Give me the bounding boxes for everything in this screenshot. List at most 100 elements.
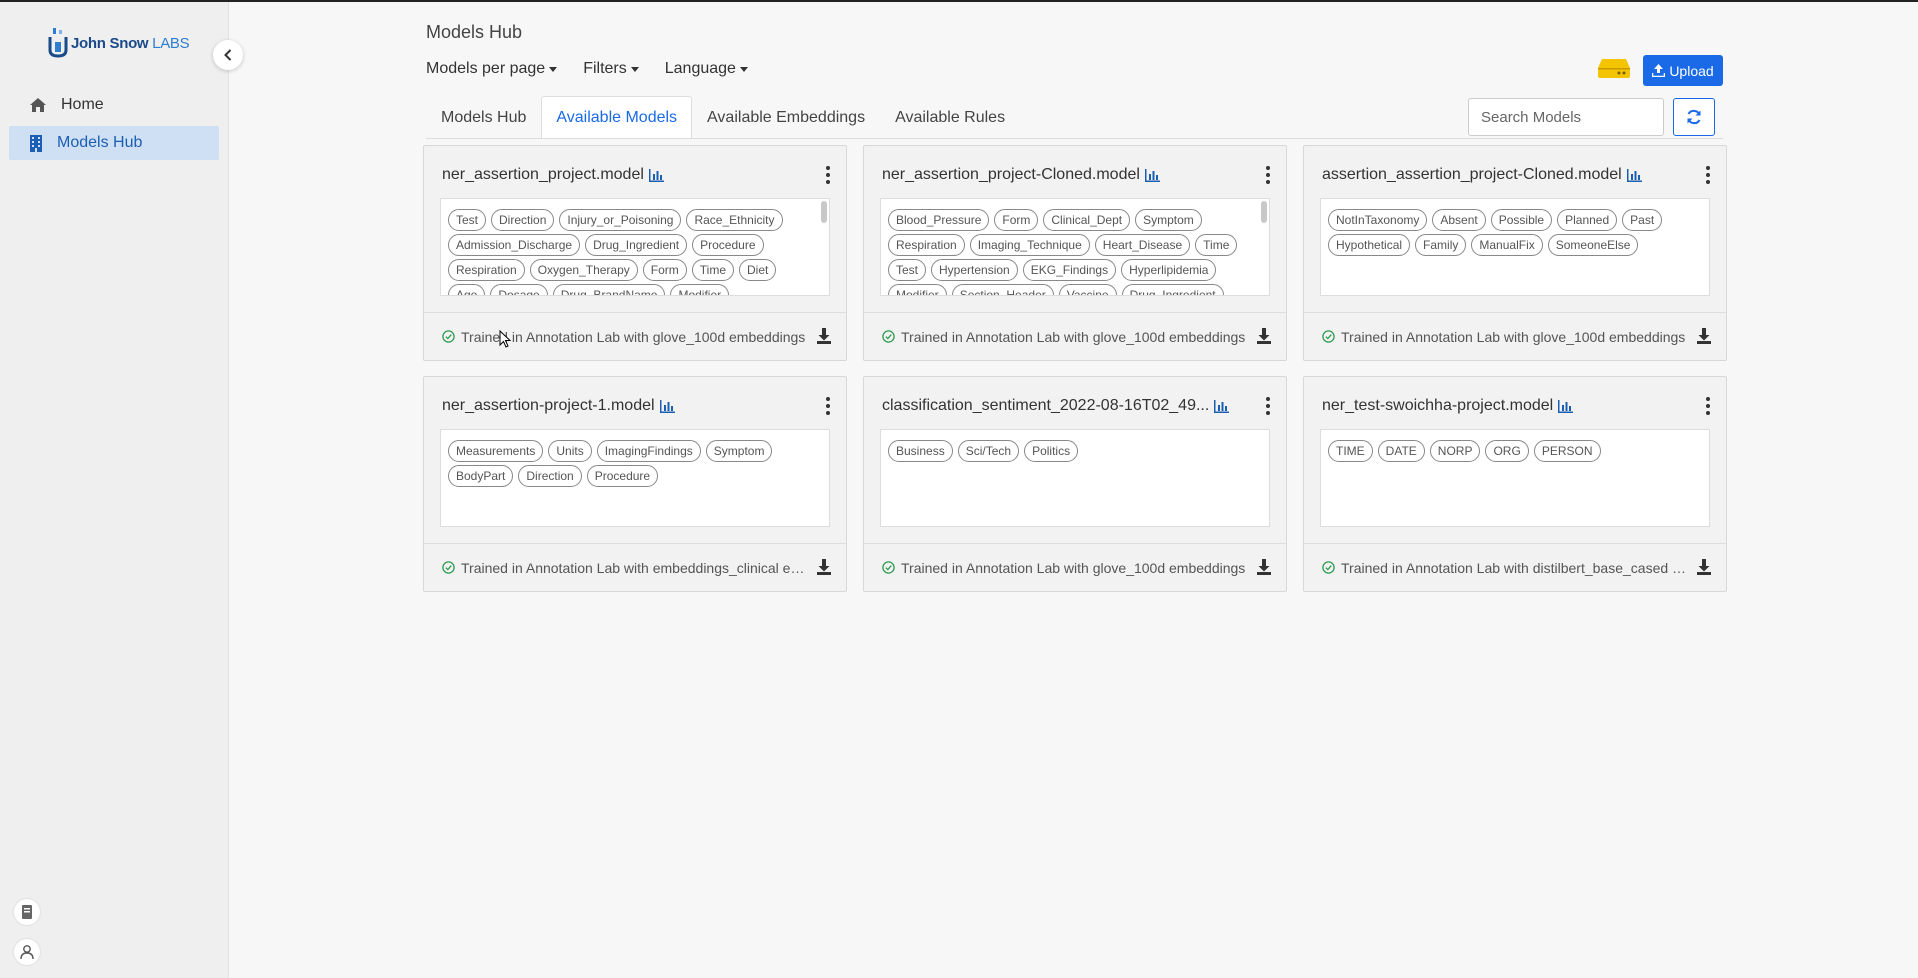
tab-available-rules[interactable]: Available Rules <box>880 96 1020 139</box>
model-card: ner_assertion_project.model Test Directio… <box>423 145 847 361</box>
card-options-menu[interactable] <box>824 166 832 184</box>
card-options-menu[interactable] <box>824 397 832 415</box>
card-options-menu[interactable] <box>1704 397 1712 415</box>
label-chip: Direction <box>518 465 582 487</box>
label-chip: Business <box>888 440 953 462</box>
label-chip: Absent <box>1432 209 1486 231</box>
download-icon[interactable] <box>1696 328 1712 344</box>
label-chip: Procedure <box>692 234 764 256</box>
card-options-menu[interactable] <box>1264 166 1272 184</box>
model-card-title[interactable]: ner_assertion_project.model <box>442 166 664 184</box>
label-chip: Clinical_Dept <box>1043 209 1131 231</box>
model-card: ner_test-swoichha-project.model TIME DATE… <box>1303 376 1727 592</box>
tab-bar: Models Hub Available Models Available Em… <box>426 96 1020 139</box>
tab-divider <box>426 138 1723 139</box>
sidebar-item-models-hub[interactable]: Models Hub <box>9 126 219 160</box>
sidebar-collapse-button[interactable] <box>213 40 243 70</box>
label-chip: Diet <box>739 259 777 281</box>
storage-drive-icon[interactable] <box>1597 57 1631 79</box>
card-options-menu[interactable] <box>1704 166 1712 184</box>
model-labels-box: NotInTaxonomy Absent Possible Planned Past Hy… <box>1320 198 1710 296</box>
label-chip: NotInTaxonomy <box>1328 209 1428 231</box>
model-card-title[interactable]: assertion_assertion_project-Cloned.model <box>1322 166 1642 184</box>
sidebar-item-label: Models Hub <box>57 134 143 151</box>
check-circle-icon <box>882 561 895 574</box>
caret-down-icon <box>549 66 558 72</box>
model-card-title[interactable]: classification_sentiment_2022-08-16T02_4… <box>882 397 1230 415</box>
bar-chart-icon[interactable] <box>659 399 675 413</box>
model-labels-box: TIME DATE NORP ORG PERSON <box>1320 429 1710 527</box>
label-chip: EKG_Findings <box>1022 259 1117 281</box>
label-chip: Procedure <box>586 465 659 487</box>
refresh-button[interactable] <box>1673 98 1715 136</box>
tab-models-hub[interactable]: Models Hub <box>426 96 541 139</box>
model-labels-box: Business Sci/Tech Politics <box>880 429 1270 527</box>
model-labels: Test Direction Injury_or_Poisoning Race_Eth… <box>448 209 822 295</box>
refresh-icon <box>1687 109 1701 125</box>
label-chip: Hypothetical <box>1328 234 1411 256</box>
model-card-footer: Trained in Annotation Lab with glove_100… <box>864 543 1286 591</box>
training-info: Trained in Annotation Lab with glove_100… <box>901 328 1246 345</box>
download-icon[interactable] <box>1696 559 1712 575</box>
label-chip: Respiration <box>448 259 525 281</box>
language-dropdown[interactable]: Language <box>665 60 748 78</box>
label-chip: Form <box>994 209 1039 231</box>
label-chip: Sci/Tech <box>957 440 1020 462</box>
model-labels: Blood_Pressure Form Clinical_Dept Symptom Re… <box>888 209 1262 295</box>
bar-chart-icon[interactable] <box>648 168 664 182</box>
model-card-title[interactable]: ner_test-swoichha-project.model <box>1322 397 1574 415</box>
label-chip: Section_Header <box>951 284 1054 295</box>
model-name: classification_sentiment_2022-08-16T02_4… <box>882 397 1210 414</box>
bar-chart-icon[interactable] <box>1144 168 1160 182</box>
user-profile-button[interactable] <box>14 939 40 965</box>
model-card-title[interactable]: ner_assertion-project-1.model <box>442 397 675 415</box>
labels-scrollbar[interactable] <box>821 201 827 223</box>
model-card: assertion_assertion_project-Cloned.model… <box>1303 145 1727 361</box>
label-chip: Respiration <box>888 234 965 256</box>
download-icon[interactable] <box>816 328 832 344</box>
user-icon <box>20 945 34 959</box>
sidebar-item-home[interactable]: Home <box>9 88 219 122</box>
label-chip: Symptom <box>705 440 773 462</box>
download-icon[interactable] <box>1256 559 1272 575</box>
book-icon <box>22 905 32 919</box>
sidebar: John Snow LABS Home Models Hub <box>0 2 229 978</box>
download-icon[interactable] <box>1256 328 1272 344</box>
model-card-footer: Trained in Annotation Lab with glove_100… <box>424 312 846 360</box>
label-chip: Direction <box>491 209 555 231</box>
logo[interactable]: John Snow LABS <box>48 28 190 58</box>
upload-button[interactable]: Upload <box>1643 55 1723 86</box>
bar-chart-icon[interactable] <box>1626 168 1642 182</box>
search-input[interactable] <box>1468 98 1664 136</box>
model-card-title[interactable]: ner_assertion_project-Cloned.model <box>882 166 1160 184</box>
check-circle-icon <box>1322 561 1335 574</box>
bar-chart-icon[interactable] <box>1558 399 1574 413</box>
model-card-footer: Trained in Annotation Lab with embedding… <box>424 543 846 591</box>
labels-scrollbar[interactable] <box>1261 201 1267 223</box>
model-labels: TIME DATE NORP ORG PERSON <box>1328 440 1702 462</box>
label-chip: Imaging_Technique <box>969 234 1090 256</box>
models-per-page-dropdown[interactable]: Models per page <box>426 60 558 78</box>
upload-icon <box>1652 64 1666 77</box>
filters-dropdown[interactable]: Filters <box>583 60 639 78</box>
label-chip: Symptom <box>1135 209 1202 231</box>
label-chip: Form <box>642 259 687 281</box>
model-name: ner_test-swoichha-project.model <box>1322 397 1554 414</box>
check-circle-icon <box>442 561 455 574</box>
label-chip: Possible <box>1490 209 1553 231</box>
label-chip: Hypertension <box>931 259 1018 281</box>
bar-chart-icon[interactable] <box>1214 399 1230 413</box>
logo-text: John Snow LABS <box>71 34 190 52</box>
model-labels: Measurements Units ImagingFindings Symptom B… <box>448 440 822 487</box>
tab-available-models[interactable]: Available Models <box>541 96 693 139</box>
label-chip: Age <box>448 284 486 295</box>
toolbar-menus: Models per page Filters Language <box>426 60 748 78</box>
model-name: ner_assertion-project-1.model <box>442 397 655 414</box>
docs-button[interactable] <box>14 899 40 925</box>
download-icon[interactable] <box>816 559 832 575</box>
sidebar-nav: Home Models Hub <box>9 88 219 164</box>
label-chip: Family <box>1415 234 1467 256</box>
card-options-menu[interactable] <box>1264 397 1272 415</box>
logo-flask-icon <box>48 28 68 58</box>
tab-available-embeddings[interactable]: Available Embeddings <box>692 96 880 139</box>
